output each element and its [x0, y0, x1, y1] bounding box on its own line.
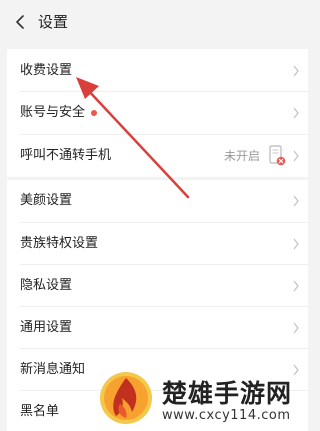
flame-logo-icon [100, 372, 152, 424]
chevron-right-icon [293, 195, 299, 207]
watermark-url: www.cxcy114.com [162, 408, 291, 423]
chevron-right-icon [293, 150, 299, 162]
chevron-right-icon [293, 322, 299, 334]
chevron-right-icon [293, 238, 299, 250]
top-bar: 设置 [0, 0, 315, 44]
watermark-title: 楚雄手游网 [162, 379, 293, 408]
chevron-right-icon [293, 280, 299, 292]
settings-screen: { "header": { "back_icon": "chevron-left… [0, 0, 315, 431]
row-label: 呼叫不通转手机 [20, 148, 112, 163]
chevron-right-icon [293, 107, 299, 119]
chevron-right-icon [293, 65, 299, 77]
row-label: 美颜设置 [20, 193, 73, 208]
site-watermark: 楚雄手游网 www.cxcy114.com [96, 364, 315, 431]
row-beauty-settings[interactable]: 美颜设置 [7, 180, 308, 222]
row-general-settings[interactable]: 通用设置 [7, 307, 308, 349]
settings-group-account: 收费设置 账号与安全 呼叫不通转手机 未开启 [7, 49, 308, 177]
row-privacy-settings[interactable]: 隐私设置 [7, 265, 308, 307]
call-forward-disabled-icon [269, 145, 286, 166]
row-account-security[interactable]: 账号与安全 [7, 92, 308, 134]
row-label: 黑名单 [20, 404, 60, 419]
row-label: 收费设置 [20, 63, 73, 78]
row-charge-settings[interactable]: 收费设置 [7, 50, 308, 92]
row-label: 账号与安全 [20, 105, 86, 120]
status-text: 未开启 [223, 149, 260, 163]
row-label: 通用设置 [20, 320, 73, 335]
chevron-left-icon[interactable] [12, 13, 30, 31]
row-noble-privilege[interactable]: 贵族特权设置 [7, 223, 308, 265]
row-label: 贵族特权设置 [20, 236, 99, 251]
row-call-forward[interactable]: 呼叫不通转手机 未开启 [7, 135, 308, 177]
notification-dot [91, 110, 97, 116]
page-title: 设置 [38, 13, 69, 31]
row-label: 隐私设置 [20, 278, 73, 293]
row-label: 新消息通知 [20, 362, 86, 377]
